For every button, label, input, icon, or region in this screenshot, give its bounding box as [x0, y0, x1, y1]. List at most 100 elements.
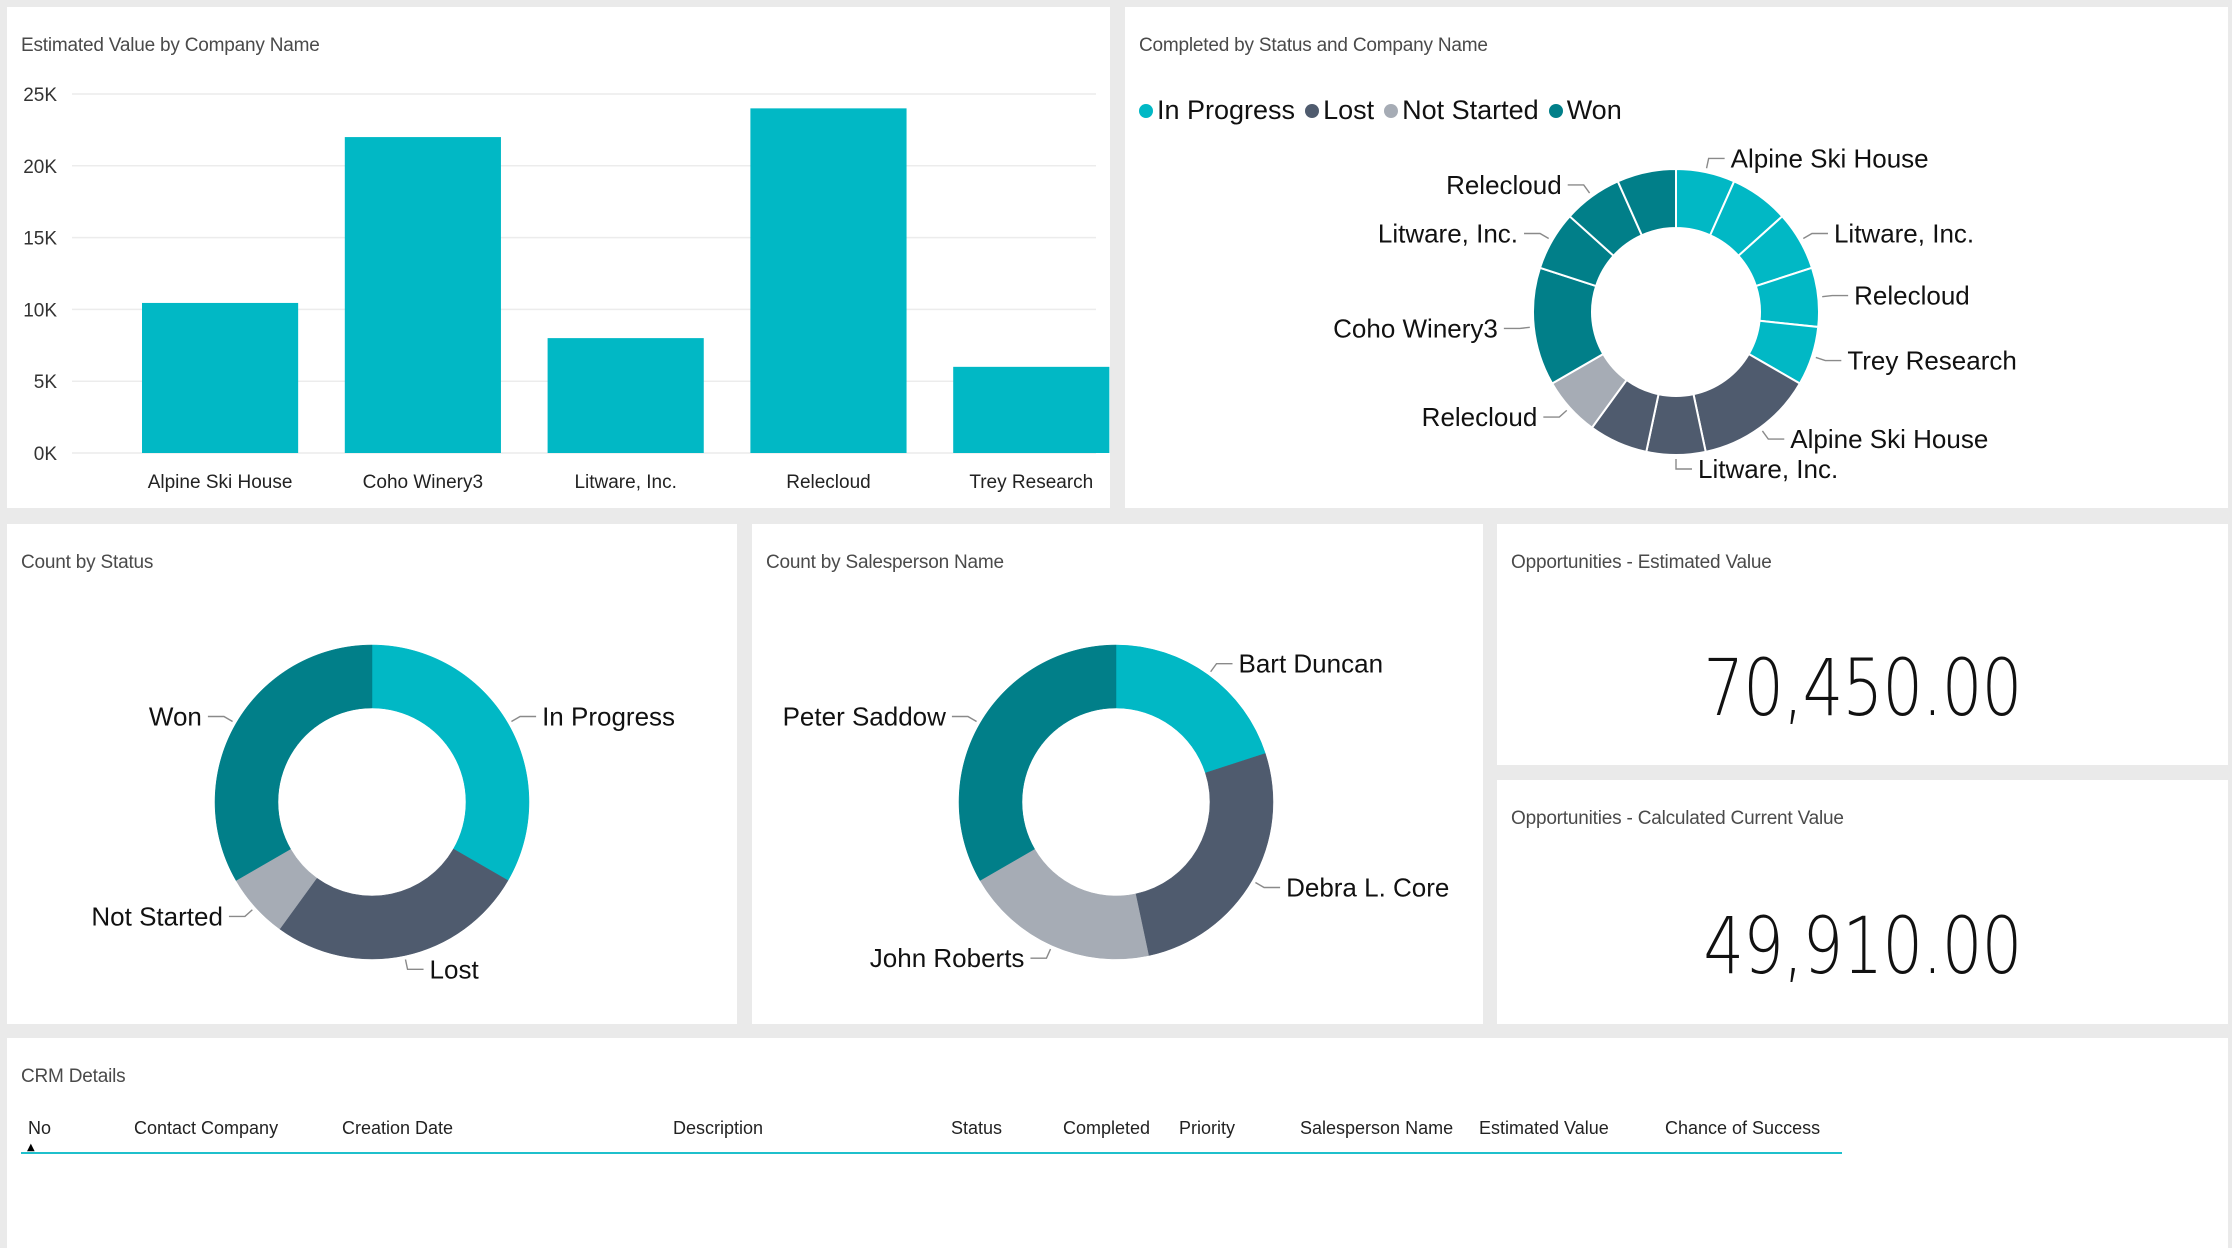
bar-chart[interactable]: 0K 5K 10K 15K 20K 25K Alpine Ski House Coho Win… — [7, 7, 1110, 508]
slice-label: Won — [149, 702, 202, 732]
y-tick-label: 20K — [23, 157, 57, 178]
kpi-title: Opportunities - Calculated Current Value — [1511, 808, 1844, 829]
count-by-salesperson-panel[interactable]: Count by Salesperson Name Bart Duncan Deb… — [752, 524, 1483, 1024]
chart-title: Estimated Value by Company Name — [21, 35, 320, 56]
x-tick-label: Trey Research — [969, 472, 1093, 493]
sort-ascending-icon[interactable]: ▲ — [27, 1142, 35, 1153]
table-header-row: No ▲ Contact Company Creation Date Descr… — [21, 1118, 1842, 1154]
crm-details-table-panel[interactable]: CRM Details No ▲ Contact Company Creatio… — [7, 1038, 2228, 1248]
leader-line — [1815, 356, 1842, 362]
slice-label: Relecloud — [1446, 170, 1562, 200]
legend-label: In Progress — [1157, 95, 1296, 125]
completed-by-status-panel[interactable]: Completed by Status and Company Name In … — [1125, 7, 2228, 508]
legend-item-lost[interactable]: Lost — [1305, 95, 1374, 126]
slice-label: Trey Research — [1847, 346, 2017, 376]
y-tick-label: 25K — [23, 85, 57, 106]
column-header-estimated-value[interactable]: Estimated Value — [1479, 1118, 1609, 1139]
donut-slice-in-progress[interactable] — [371, 644, 530, 881]
bar-relecloud[interactable] — [750, 108, 907, 454]
leader-line — [1705, 157, 1725, 169]
leader-line — [511, 715, 537, 723]
leader-line — [1822, 294, 1849, 298]
column-header-completed[interactable]: Completed — [1063, 1118, 1150, 1139]
leader-line — [1802, 232, 1828, 240]
donut-slice-peter-saddow[interactable] — [958, 644, 1117, 881]
column-header-status[interactable]: Status — [951, 1118, 1002, 1139]
slice-label: Alpine Ski House — [1731, 143, 1929, 173]
column-header-salesperson-name[interactable]: Salesperson Name — [1300, 1118, 1453, 1139]
table-title: CRM Details — [21, 1066, 126, 1087]
y-tick-label: 0K — [34, 444, 58, 465]
legend-label: Won — [1566, 95, 1622, 125]
x-tick-label: Relecloud — [786, 472, 871, 493]
donut-slice-lost[interactable] — [279, 848, 509, 960]
legend-dot-icon — [1305, 103, 1320, 118]
kpi-calculated-value-card[interactable]: Opportunities - Calculated Current Value… — [1497, 780, 2228, 1024]
kpi-value: 49,910.00 — [1703, 902, 2022, 992]
leader-line — [1543, 409, 1568, 418]
slice-label: Relecloud — [1854, 281, 1970, 311]
slice-label: John Roberts — [870, 943, 1025, 973]
legend-item-in-progress[interactable]: In Progress — [1139, 95, 1295, 126]
chart-title: Count by Status — [21, 552, 154, 573]
chart-title: Completed by Status and Company Name — [1139, 35, 1488, 56]
leader-line — [1761, 430, 1785, 440]
x-tick-label: Alpine Ski House — [148, 472, 293, 493]
leader-line — [1524, 232, 1550, 240]
legend-label: Lost — [1323, 95, 1375, 125]
leader-line — [1675, 459, 1692, 470]
bar-coho-winery3[interactable] — [344, 137, 501, 453]
slice-label: Relecloud — [1422, 402, 1538, 432]
salesperson-donut-chart[interactable]: Bart Duncan Debra L. Core John Roberts Pete… — [752, 524, 1483, 1024]
slice-label: Debra L. Core — [1286, 873, 1449, 903]
x-tick-label: Coho Winery3 — [363, 472, 483, 493]
legend-item-not-started[interactable]: Not Started — [1384, 95, 1539, 126]
leader-line — [1567, 184, 1591, 194]
leader-line — [1255, 881, 1281, 889]
legend-dot-icon — [1139, 103, 1153, 118]
y-tick-label: 10K — [23, 300, 57, 321]
legend-item-won[interactable]: Won — [1548, 95, 1622, 126]
legend-dot-icon — [1384, 103, 1399, 118]
slice-label: In Progress — [542, 702, 675, 732]
kpi-estimated-value-card[interactable]: Opportunities - Estimated Value 70,450.0… — [1497, 524, 2228, 765]
estimated-value-chart-panel[interactable]: Estimated Value by Company Name 0K 5K 10K 1… — [7, 7, 1110, 508]
kpi-value: 70,450.00 — [1703, 644, 2022, 734]
status-donut-chart[interactable]: In Progress Lost Not Started Won — [7, 524, 737, 1024]
legend-label: Not Started — [1402, 95, 1539, 125]
slice-label: Litware, Inc. — [1698, 454, 1838, 484]
leader-line — [207, 715, 233, 723]
kpi-title: Opportunities - Estimated Value — [1511, 552, 1772, 573]
column-header-creation-date[interactable]: Creation Date — [342, 1118, 453, 1139]
leader-line — [1503, 326, 1530, 330]
slice-label: Coho Winery3 — [1333, 313, 1498, 343]
bar-alpine-ski-house[interactable] — [142, 302, 299, 453]
donut-slice-won[interactable] — [214, 644, 373, 881]
bar-litware-inc[interactable] — [547, 338, 704, 453]
slice-label: Peter Saddow — [783, 702, 947, 732]
column-header-contact-company[interactable]: Contact Company — [134, 1118, 278, 1139]
leader-line — [228, 909, 253, 918]
slice-label: Litware, Inc. — [1834, 219, 1974, 249]
donut-slice-debra-l-core[interactable] — [1135, 753, 1274, 956]
x-tick-label: Litware, Inc. — [574, 472, 676, 493]
leader-line — [1210, 662, 1233, 673]
leader-line — [404, 959, 424, 970]
legend-dot-icon — [1548, 103, 1563, 118]
leader-line — [951, 715, 977, 723]
column-header-priority[interactable]: Priority — [1179, 1118, 1235, 1139]
y-tick-label: 15K — [23, 229, 57, 250]
chart-title: Count by Salesperson Name — [766, 552, 1004, 573]
count-by-status-panel[interactable]: Count by Status In Progress Lost Not Start… — [7, 524, 737, 1024]
column-header-chance-of-success[interactable]: Chance of Success — [1665, 1118, 1820, 1139]
y-tick-label: 5K — [34, 372, 58, 393]
leader-line — [1030, 948, 1052, 959]
slice-label: Lost — [430, 954, 480, 984]
column-header-description[interactable]: Description — [673, 1118, 763, 1139]
column-header-no[interactable]: No — [28, 1118, 51, 1139]
slice-label: Bart Duncan — [1239, 649, 1384, 679]
slice-label: Not Started — [91, 901, 223, 931]
chart-legend: In Progress Lost Not Started Won — [1139, 95, 1622, 126]
bar-trey-research[interactable] — [953, 366, 1110, 453]
completed-donut-chart[interactable]: Alpine Ski House Litware, Inc. Relecloud Tr… — [1125, 7, 2228, 508]
